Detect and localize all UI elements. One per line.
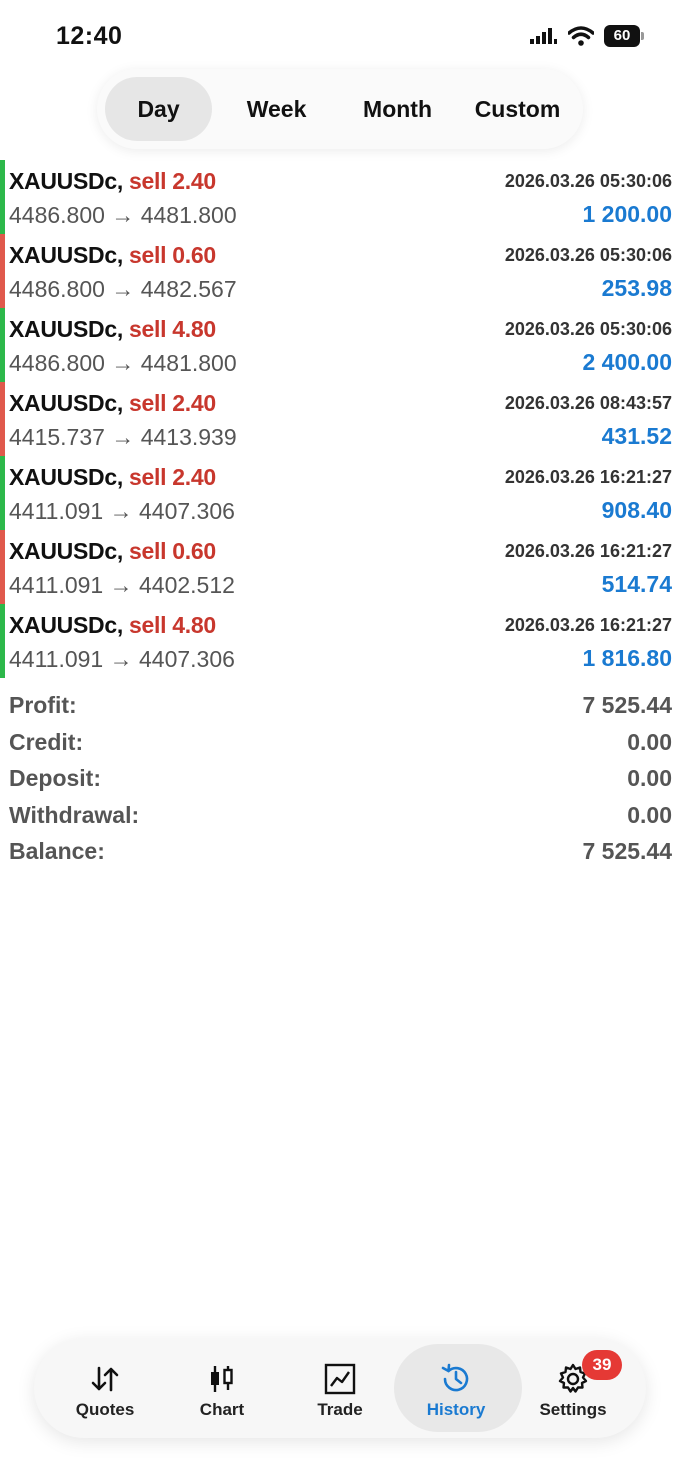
nav-label: Quotes <box>75 1400 135 1419</box>
account-summary: Profit: 7 525.44 Credit: 0.00 Deposit: 0… <box>0 688 680 871</box>
nav-label: Settings <box>539 1400 607 1419</box>
deal-side: sell 4.80 <box>129 612 216 638</box>
summary-value: 0.00 <box>627 765 672 791</box>
deal-prices: 4486.800 → 4481.800 <box>9 350 237 376</box>
deal-row[interactable]: XAUUSDc, sell 2.40 2026.03.26 08:43:57 4… <box>0 382 680 456</box>
deal-profit: 1 816.80 <box>582 645 672 671</box>
signal-icon <box>530 28 557 44</box>
summary-label: Balance: <box>9 838 105 864</box>
summary-value: 0.00 <box>627 801 672 828</box>
deal-time: 2026.03.26 05:30:06 <box>504 245 672 265</box>
deal-prices: 4486.800 → 4482.567 <box>9 276 237 302</box>
deal-status-bar <box>0 382 5 456</box>
deal-profit: 253.98 <box>601 275 672 301</box>
nav-label: Trade <box>317 1400 363 1419</box>
deal-status-bar <box>0 160 5 234</box>
deal-prices: 4411.091 → 4407.306 <box>9 498 235 524</box>
tab-month[interactable]: Month <box>337 77 458 141</box>
summary-row-withdrawal: Withdrawal: 0.00 <box>0 798 680 835</box>
deal-symbol: XAUUSDc, <box>9 464 123 490</box>
deal-side: sell 0.60 <box>129 242 216 268</box>
settings-badge: 39 <box>582 1350 622 1380</box>
deal-profit: 908.40 <box>601 497 672 523</box>
summary-value: 7 525.44 <box>582 692 672 718</box>
quotes-icon <box>88 1362 122 1396</box>
bottom-tab-bar: Quotes Chart Trade History Settings 39 <box>34 1338 646 1438</box>
nav-label: History <box>426 1400 486 1419</box>
deal-time: 2026.03.26 05:30:06 <box>504 171 672 191</box>
tab-week[interactable]: Week <box>216 77 337 141</box>
deal-time: 2026.03.26 16:21:27 <box>504 467 672 487</box>
deal-status-bar <box>0 530 5 604</box>
deal-row[interactable]: XAUUSDc, sell 0.60 2026.03.26 16:21:27 4… <box>0 530 680 604</box>
summary-row-profit: Profit: 7 525.44 <box>0 688 680 725</box>
deal-prices: 4411.091 → 4407.306 <box>9 646 235 672</box>
deal-profit: 431.52 <box>601 423 672 449</box>
deal-symbol: XAUUSDc, <box>9 538 123 564</box>
deal-row[interactable]: XAUUSDc, sell 2.40 2026.03.26 16:21:27 4… <box>0 456 680 530</box>
deal-side: sell 4.80 <box>129 316 216 342</box>
period-tabs: Day Week Month Custom <box>97 69 583 149</box>
deal-symbol: XAUUSDc, <box>9 242 123 268</box>
deal-time: 2026.03.26 08:43:57 <box>504 393 672 413</box>
history-icon <box>439 1362 473 1396</box>
nav-label: Chart <box>199 1400 245 1419</box>
summary-value: 0.00 <box>627 728 672 755</box>
status-time: 12:40 <box>56 22 123 50</box>
summary-value: 7 525.44 <box>582 838 672 864</box>
deal-status-bar <box>0 456 5 530</box>
wifi-icon <box>568 26 594 46</box>
tab-custom[interactable]: Custom <box>458 77 577 141</box>
summary-row-deposit: Deposit: 0.00 <box>0 761 680 798</box>
summary-row-balance: Balance: 7 525.44 <box>0 834 680 871</box>
deal-prices: 4411.091 → 4402.512 <box>9 572 235 598</box>
deal-symbol: XAUUSDc, <box>9 316 123 342</box>
nav-quotes[interactable]: Quotes <box>45 1338 165 1438</box>
status-icons: 60 <box>530 25 644 47</box>
deal-time: 2026.03.26 16:21:27 <box>504 615 672 635</box>
deal-prices: 4486.800 → 4481.800 <box>9 202 237 228</box>
tab-day[interactable]: Day <box>105 77 213 141</box>
deal-symbol: XAUUSDc, <box>9 390 123 416</box>
deal-row[interactable]: XAUUSDc, sell 0.60 2026.03.26 05:30:06 4… <box>0 234 680 308</box>
summary-row-credit: Credit: 0.00 <box>0 725 680 762</box>
deal-time: 2026.03.26 16:21:27 <box>504 541 672 561</box>
summary-label: Deposit: <box>9 765 101 791</box>
deal-symbol: XAUUSDc, <box>9 612 123 638</box>
nav-chart[interactable]: Chart <box>162 1338 282 1438</box>
deal-row[interactable]: XAUUSDc, sell 4.80 2026.03.26 16:21:27 4… <box>0 604 680 678</box>
deal-side: sell 2.40 <box>129 390 216 416</box>
deals-list: XAUUSDc, sell 2.40 2026.03.26 05:30:06 4… <box>0 160 680 678</box>
deal-side: sell 2.40 <box>129 464 216 490</box>
deal-row[interactable]: XAUUSDc, sell 2.40 2026.03.26 05:30:06 4… <box>0 160 680 234</box>
summary-label: Withdrawal: <box>9 801 140 828</box>
status-bar: 12:40 60 <box>0 0 680 70</box>
summary-label: Credit: <box>9 728 84 755</box>
deal-status-bar <box>0 604 5 678</box>
deal-status-bar <box>0 308 5 382</box>
battery-icon: 60 <box>604 25 644 47</box>
nav-history[interactable]: History <box>394 1338 522 1438</box>
summary-label: Profit: <box>9 692 77 718</box>
deal-profit: 1 200.00 <box>582 201 672 227</box>
deal-side: sell 2.40 <box>129 168 216 194</box>
deal-symbol: XAUUSDc, <box>9 168 123 194</box>
deal-row[interactable]: XAUUSDc, sell 4.80 2026.03.26 05:30:06 4… <box>0 308 680 382</box>
deal-profit: 2 400.00 <box>582 349 672 375</box>
deal-side: sell 0.60 <box>129 538 216 564</box>
trade-chart-icon <box>323 1362 357 1396</box>
battery-level: 60 <box>604 25 640 47</box>
candlestick-icon <box>205 1362 239 1396</box>
deal-status-bar <box>0 234 5 308</box>
nav-trade[interactable]: Trade <box>280 1338 400 1438</box>
deal-profit: 514.74 <box>601 571 672 597</box>
deal-prices: 4415.737 → 4413.939 <box>9 424 237 450</box>
deal-time: 2026.03.26 05:30:06 <box>504 319 672 339</box>
